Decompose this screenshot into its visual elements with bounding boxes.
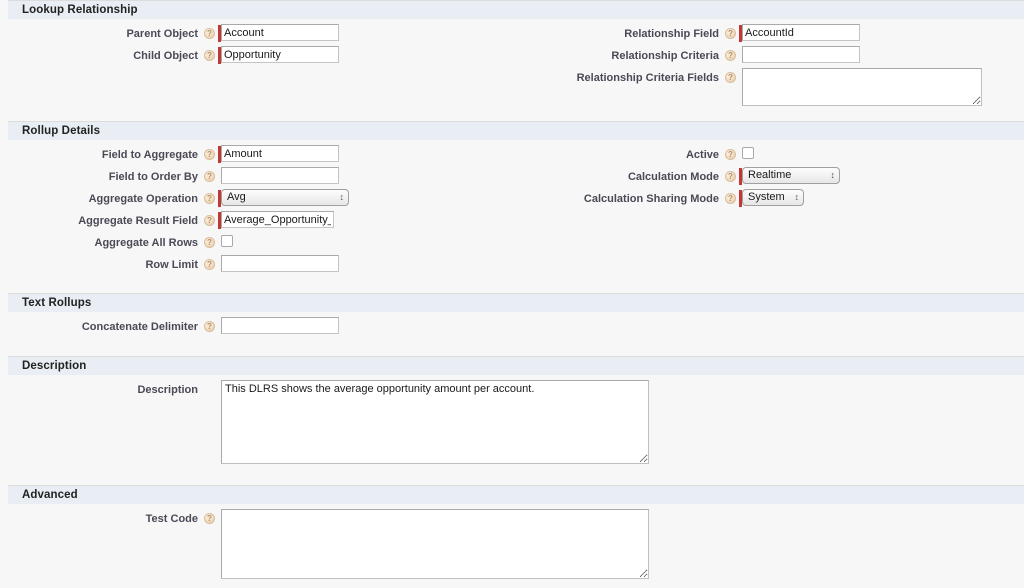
label-aggregate-all-rows: Aggregate All Rows xyxy=(8,233,200,251)
input-child-object[interactable] xyxy=(221,46,339,63)
label-relationship-criteria: Relationship Criteria xyxy=(516,46,721,64)
label-relationship-field: Relationship Field xyxy=(516,24,721,42)
help-icon-child-object[interactable] xyxy=(204,50,215,61)
field-description: Description This DLRS shows the average … xyxy=(8,380,1016,464)
help-icon-field-to-aggregate[interactable] xyxy=(204,149,215,160)
help-icon-aggregate-all-rows[interactable] xyxy=(204,237,215,248)
section-description: Description Description This DLRS shows … xyxy=(8,356,1024,485)
help-icon-relationship-criteria[interactable] xyxy=(725,50,736,61)
label-field-to-aggregate: Field to Aggregate xyxy=(8,145,200,163)
field-field-to-order-by: Field to Order By xyxy=(8,167,516,185)
help-icon-active[interactable] xyxy=(725,149,736,160)
section-title-advanced: Advanced xyxy=(8,485,1024,504)
field-active: Active xyxy=(516,145,1024,163)
label-relationship-criteria-fields: Relationship Criteria Fields xyxy=(516,68,721,86)
input-field-to-aggregate[interactable] xyxy=(221,145,339,162)
label-parent-object: Parent Object xyxy=(8,24,200,42)
help-icon-relationship-criteria-fields[interactable] xyxy=(725,72,736,83)
input-relationship-field[interactable] xyxy=(742,24,860,41)
label-row-limit: Row Limit xyxy=(8,255,200,273)
field-calculation-mode: Calculation Mode Realtime xyxy=(516,167,1024,185)
input-row-limit[interactable] xyxy=(221,255,339,272)
help-icon-relationship-field[interactable] xyxy=(725,28,736,39)
textarea-test-code[interactable] xyxy=(221,509,649,579)
textarea-description[interactable]: This DLRS shows the average opportunity … xyxy=(221,380,649,464)
label-field-to-order-by: Field to Order By xyxy=(8,167,200,185)
text-rollups-left-column: Concatenate Delimiter xyxy=(8,312,516,356)
dropdown-arrow-calculation-sharing-mode: System xyxy=(742,189,804,206)
label-child-object: Child Object xyxy=(8,46,200,64)
help-icon-test-code[interactable] xyxy=(204,513,215,524)
input-aggregate-result-field[interactable] xyxy=(221,211,334,228)
help-icon-concatenate-delimiter[interactable] xyxy=(204,321,215,332)
textarea-relationship-criteria-fields[interactable] xyxy=(742,68,982,106)
help-icon-calculation-mode[interactable] xyxy=(725,171,736,182)
lookup-right-column: Relationship Field Relationship Criteria xyxy=(516,19,1024,121)
field-test-code: Test Code xyxy=(8,509,1016,579)
help-icon-field-to-order-by[interactable] xyxy=(204,171,215,182)
label-concatenate-delimiter: Concatenate Delimiter xyxy=(8,317,200,335)
help-icon-aggregate-result-field[interactable] xyxy=(204,215,215,226)
section-text-rollups: Text Rollups Concatenate Delimiter xyxy=(8,293,1024,356)
select-aggregate-operation[interactable]: Avg xyxy=(221,189,349,206)
field-aggregate-all-rows: Aggregate All Rows xyxy=(8,233,516,251)
dropdown-arrow-aggregate-operation: Avg xyxy=(221,189,349,206)
field-row-limit: Row Limit xyxy=(8,255,516,273)
section-advanced: Advanced Test Code xyxy=(8,485,1024,574)
section-title-description: Description xyxy=(8,356,1024,375)
section-title-text-rollups: Text Rollups xyxy=(8,293,1024,312)
field-calculation-sharing-mode: Calculation Sharing Mode System xyxy=(516,189,1024,207)
help-icon-aggregate-operation[interactable] xyxy=(204,193,215,204)
input-relationship-criteria[interactable] xyxy=(742,46,860,63)
label-description: Description xyxy=(8,380,200,398)
dlrs-edit-form: Lookup Relationship Parent Object Child … xyxy=(0,0,1024,588)
dropdown-arrow-calculation-mode: Realtime xyxy=(742,167,840,184)
section-title-lookup-relationship: Lookup Relationship xyxy=(8,0,1024,19)
label-aggregate-result-field: Aggregate Result Field xyxy=(8,211,200,229)
label-active: Active xyxy=(516,145,721,163)
label-test-code: Test Code xyxy=(8,509,200,527)
input-concatenate-delimiter[interactable] xyxy=(221,317,339,334)
field-child-object: Child Object xyxy=(8,46,516,64)
checkbox-active[interactable] xyxy=(742,147,754,159)
input-parent-object[interactable] xyxy=(221,24,339,41)
field-relationship-criteria: Relationship Criteria xyxy=(516,46,1024,64)
section-title-rollup-details: Rollup Details xyxy=(8,121,1024,140)
label-calculation-mode: Calculation Mode xyxy=(516,167,721,185)
field-concatenate-delimiter: Concatenate Delimiter xyxy=(8,317,516,335)
description-column: Description This DLRS shows the average … xyxy=(8,375,1016,485)
field-field-to-aggregate: Field to Aggregate xyxy=(8,145,516,163)
field-aggregate-operation: Aggregate Operation Avg xyxy=(8,189,516,207)
advanced-column: Test Code xyxy=(8,504,1016,574)
rollup-right-column: Active Calculation Mode Realtime xyxy=(516,140,1024,293)
field-aggregate-result-field: Aggregate Result Field xyxy=(8,211,516,229)
checkbox-aggregate-all-rows[interactable] xyxy=(221,235,233,247)
select-calculation-mode[interactable]: Realtime xyxy=(742,167,840,184)
field-relationship-criteria-fields: Relationship Criteria Fields xyxy=(516,68,1024,106)
label-aggregate-operation: Aggregate Operation xyxy=(8,189,200,207)
text-rollups-right-column xyxy=(516,312,1024,356)
select-calculation-sharing-mode[interactable]: System xyxy=(742,189,804,206)
label-calculation-sharing-mode: Calculation Sharing Mode xyxy=(516,189,721,207)
field-parent-object: Parent Object xyxy=(8,24,516,42)
help-icon-calculation-sharing-mode[interactable] xyxy=(725,193,736,204)
rollup-left-column: Field to Aggregate Field to Order By xyxy=(8,140,516,293)
field-relationship-field: Relationship Field xyxy=(516,24,1024,42)
help-icon-parent-object[interactable] xyxy=(204,28,215,39)
lookup-left-column: Parent Object Child Object xyxy=(8,19,516,121)
section-rollup-details: Rollup Details Field to Aggregate Field … xyxy=(8,121,1024,293)
section-lookup-relationship: Lookup Relationship Parent Object Child … xyxy=(8,0,1024,121)
input-field-to-order-by[interactable] xyxy=(221,167,339,184)
help-icon-row-limit[interactable] xyxy=(204,259,215,270)
